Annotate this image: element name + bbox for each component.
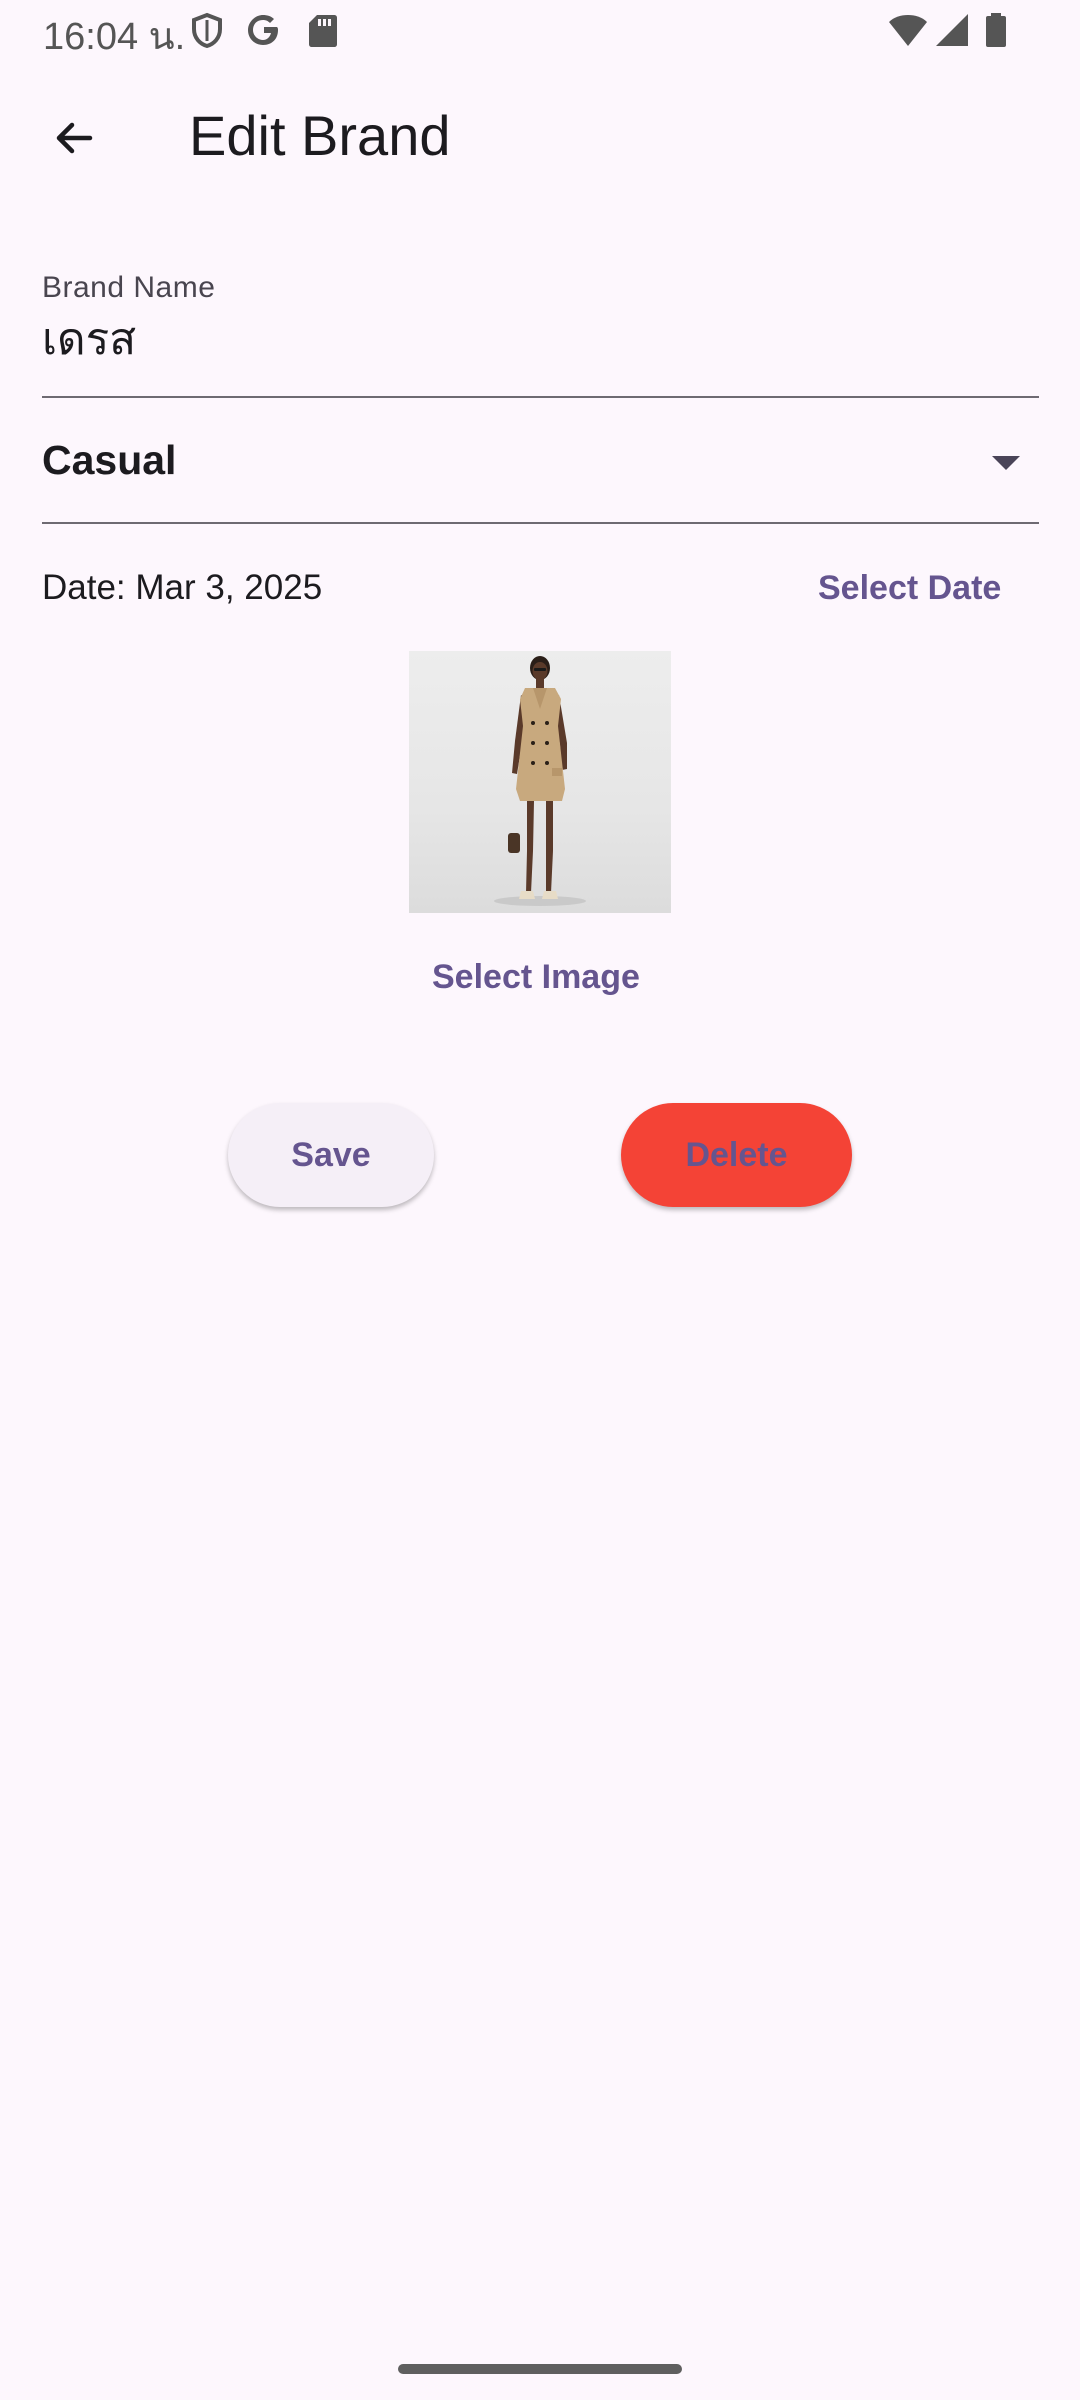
category-selected-value: Casual bbox=[42, 437, 177, 483]
signal-icon bbox=[936, 14, 968, 46]
page-title: Edit Brand bbox=[189, 104, 451, 167]
brand-name-input[interactable] bbox=[42, 310, 1032, 370]
brand-name-label: Brand Name bbox=[42, 271, 216, 304]
select-date-button[interactable]: Select Date bbox=[818, 563, 1001, 613]
delete-button[interactable]: Delete bbox=[621, 1103, 852, 1207]
battery-icon bbox=[986, 13, 1006, 47]
dropdown-arrow-icon bbox=[992, 456, 1020, 470]
brand-name-underline bbox=[42, 396, 1039, 398]
shield-icon bbox=[192, 12, 222, 48]
category-dropdown[interactable]: Casual bbox=[42, 420, 1039, 520]
back-button[interactable] bbox=[36, 100, 112, 176]
brand-image bbox=[409, 651, 671, 913]
sd-card-icon bbox=[309, 15, 337, 47]
dress-photo-illustration bbox=[494, 656, 586, 906]
category-underline bbox=[42, 522, 1039, 524]
save-button[interactable]: Save bbox=[228, 1103, 434, 1207]
status-time: 16:04 น. bbox=[43, 16, 186, 58]
select-image-button[interactable]: Select Image bbox=[432, 952, 640, 1002]
gesture-navigation-bar[interactable] bbox=[398, 2364, 682, 2374]
date-value: Date: Mar 3, 2025 bbox=[42, 568, 323, 607]
google-icon bbox=[248, 15, 278, 45]
arrow-back-icon bbox=[56, 122, 93, 154]
wifi-icon bbox=[889, 15, 927, 46]
